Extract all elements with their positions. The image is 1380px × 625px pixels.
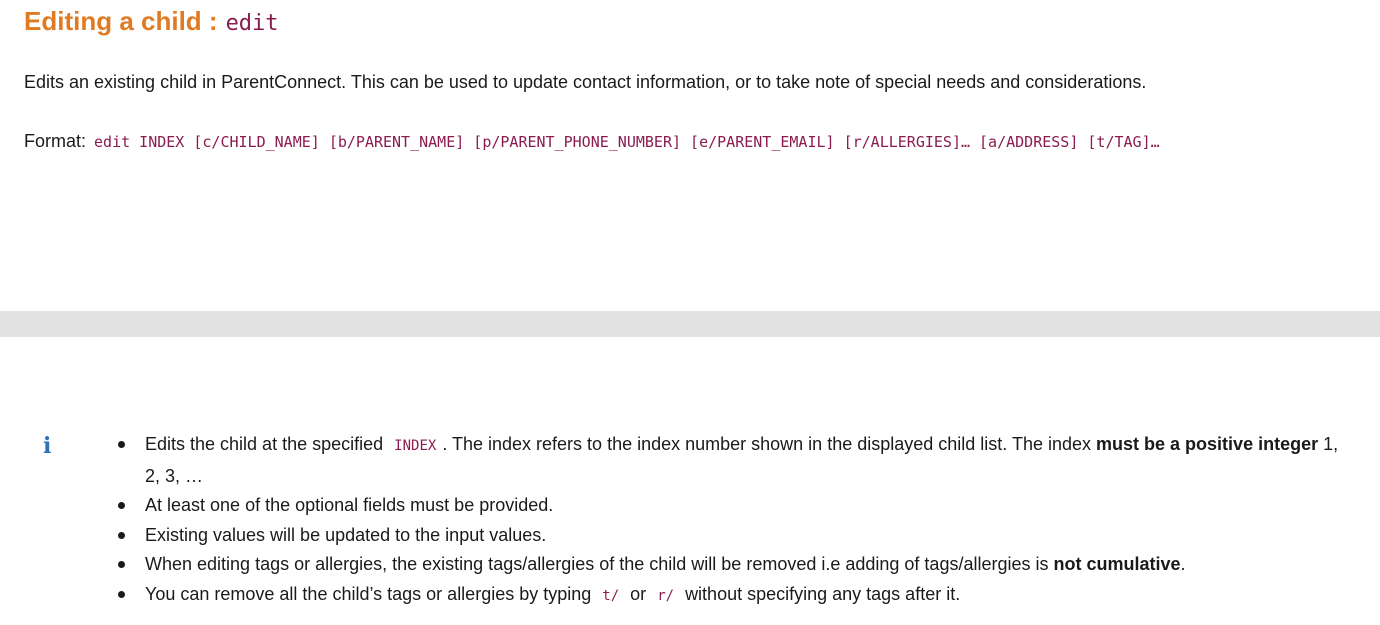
notes-list: Edits the child at the specified INDEX. … — [117, 430, 1357, 611]
tag-prefix-code: t/ — [602, 587, 620, 604]
note-bold: not cumulative — [1053, 554, 1181, 574]
note-item-optional: At least one of the optional fields must… — [117, 491, 1357, 521]
note-item-index: Edits the child at the specified INDEX. … — [117, 430, 1357, 491]
section-heading: Editing a child : edit — [24, 6, 279, 37]
allergy-prefix-code: r/ — [657, 587, 675, 604]
note-item-cumulative: When editing tags or allergies, the exis… — [117, 550, 1357, 580]
format-code: edit INDEX [c/CHILD_NAME] [b/PARENT_NAME… — [94, 133, 1160, 151]
note-item-update: Existing values will be updated to the i… — [117, 521, 1357, 551]
format-label: Format: — [24, 131, 87, 151]
document-page: Editing a child : edit Edits an existing … — [0, 0, 1380, 625]
section-description: Edits an existing child in ParentConnect… — [24, 72, 1147, 92]
section-divider — [0, 311, 1380, 337]
note-item-remove: You can remove all the child’s tags or a… — [117, 580, 1357, 612]
heading-title: Editing a child : — [24, 6, 218, 36]
index-code: INDEX — [394, 438, 437, 454]
info-icon: i — [43, 433, 52, 459]
heading-command: edit — [225, 11, 279, 36]
format-line: Format: edit INDEX [c/CHILD_NAME] [b/PARE… — [24, 131, 1160, 152]
note-bold: must be a positive integer — [1096, 434, 1319, 454]
